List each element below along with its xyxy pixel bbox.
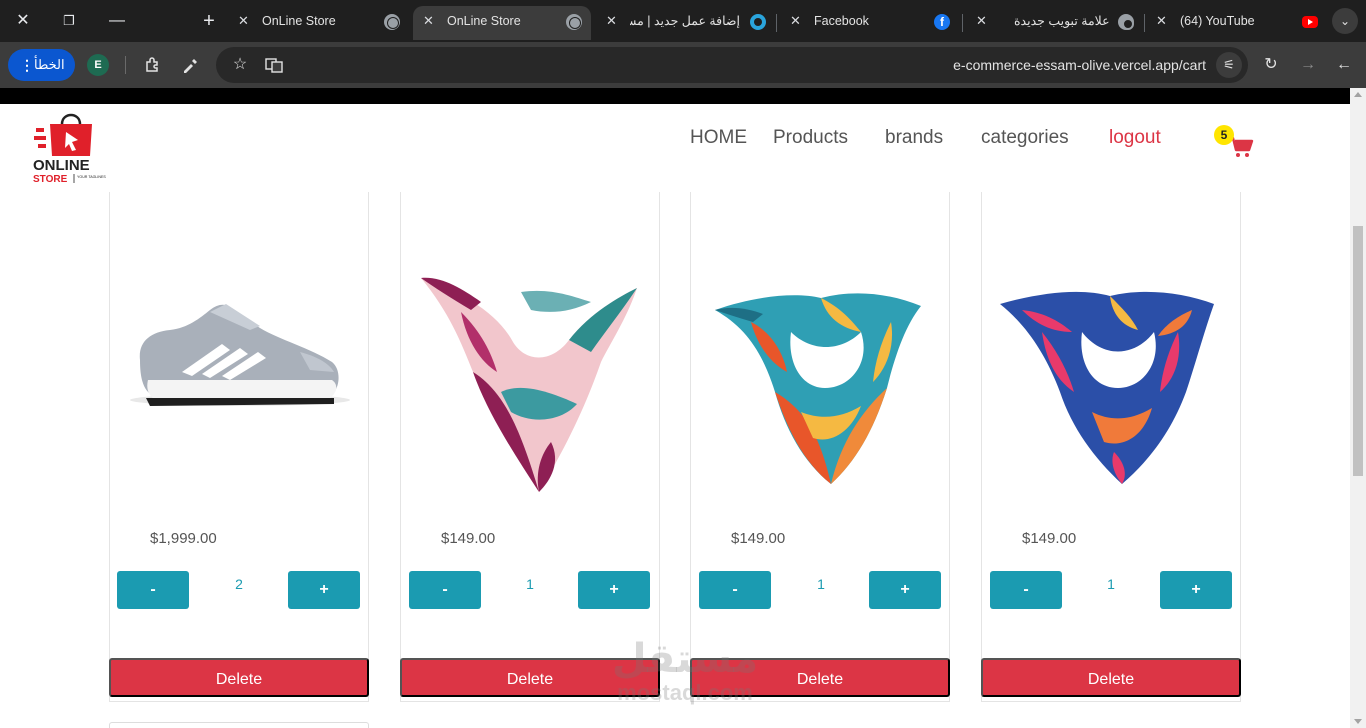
increase-quantity-button[interactable]: + — [1160, 571, 1232, 609]
quantity-value: 2 — [235, 576, 243, 592]
decrease-quantity-button[interactable]: - — [117, 571, 189, 609]
page-viewport: $1,999.00 - 2 + Delete $149.00 - 1 + Del… — [0, 88, 1366, 728]
increase-quantity-button[interactable]: + — [869, 571, 941, 609]
globe-icon — [566, 14, 582, 30]
tab-close-icon[interactable]: ✕ — [1156, 6, 1167, 36]
scrollbar-thumb[interactable] — [1353, 226, 1363, 476]
site-logo[interactable]: ONLINE STORE YOUR TAGLINES — [32, 110, 108, 186]
translate-icon[interactable] — [262, 53, 286, 77]
increase-quantity-button[interactable]: + — [288, 571, 360, 609]
increase-quantity-button[interactable]: + — [578, 571, 650, 609]
extensions-icon[interactable] — [141, 53, 165, 77]
profile-avatar[interactable]: E — [87, 54, 109, 76]
tab-close-icon[interactable]: ✕ — [976, 6, 987, 36]
scroll-up-arrow-icon[interactable] — [1354, 92, 1362, 97]
tab-search-chevron-icon[interactable]: ⌄ — [1332, 8, 1358, 34]
delete-button[interactable]: Delete — [109, 658, 369, 697]
tab-separator — [962, 14, 963, 32]
tab-title: Facebook — [814, 14, 869, 28]
browser-toolbar: ⋮ الخطأ E ☆ e-commerce-essam-olive.verce… — [0, 42, 1366, 88]
reload-icon[interactable]: ↻ — [1259, 53, 1283, 77]
cart-item: $149.00 - 1 + Delete — [690, 192, 950, 702]
error-button-label: الخطأ — [34, 57, 65, 72]
cart-count-badge: 5 — [1214, 125, 1234, 145]
logo-tagline: YOUR TAGLINES — [77, 175, 106, 179]
forward-arrow-icon[interactable]: → — [1296, 53, 1320, 77]
quantity-value: 1 — [817, 576, 825, 592]
decrease-quantity-button[interactable]: - — [409, 571, 481, 609]
tab-title: OnLine Store — [447, 14, 521, 28]
tab-separator — [1144, 14, 1145, 32]
decrease-quantity-button[interactable]: - — [990, 571, 1062, 609]
page-scrollbar[interactable] — [1350, 88, 1366, 728]
url-text: e-commerce-essam-olive.vercel.app/cart — [953, 57, 1206, 73]
site-settings-icon[interactable]: ⚟ — [1216, 52, 1242, 78]
cart-item: $149.00 - 1 + Delete — [400, 192, 660, 702]
eyedropper-icon[interactable] — [178, 53, 202, 77]
product-price: $149.00 — [1022, 530, 1077, 547]
tab-title: إضافة عمل جديد | مس — [630, 14, 740, 28]
quantity-value: 1 — [1107, 576, 1115, 592]
facebook-icon: f — [934, 14, 950, 30]
product-image-scarf-orange-teal — [715, 293, 921, 484]
site-navbar: ONLINE STORE YOUR TAGLINES HOME Products… — [0, 104, 1350, 192]
browser-tab-2-active[interactable]: ✕ OnLine Store — [413, 6, 591, 40]
scroll-down-arrow-icon[interactable] — [1354, 719, 1362, 724]
browser-tab-bar: ✕ ❐ — + ✕ OnLine Store ✕ OnLine Store ✕ … — [0, 0, 1366, 42]
browser-tab-1[interactable]: ✕ OnLine Store — [228, 6, 410, 40]
logo-text-store: STORE — [33, 174, 68, 185]
nav-categories-link[interactable]: categories — [981, 127, 1069, 149]
tab-title: (64) YouTube — [1180, 14, 1255, 28]
delete-button[interactable]: Delete — [690, 658, 950, 697]
browser-tab-6[interactable]: ✕ (64) YouTube — [1146, 6, 1322, 40]
error-button[interactable]: ⋮ الخطأ — [8, 49, 75, 81]
youtube-icon — [1302, 16, 1318, 28]
logo-text-online: ONLINE — [33, 157, 90, 174]
tab-close-icon[interactable]: ✕ — [238, 6, 249, 36]
tab-close-icon[interactable]: ✕ — [423, 6, 434, 36]
product-price: $1,999.00 — [150, 530, 217, 547]
logout-link[interactable]: logout — [1109, 127, 1161, 149]
quantity-value: 1 — [526, 576, 534, 592]
cart-items: $1,999.00 - 2 + Delete $149.00 - 1 + Del… — [0, 104, 1350, 728]
tab-title: علامة تبويب جديدة — [1014, 14, 1110, 28]
new-tab-button[interactable]: + — [196, 9, 222, 33]
nav-products-link[interactable]: Products — [773, 127, 848, 149]
next-card-edge — [109, 722, 369, 728]
restore-window-icon[interactable]: ❐ — [56, 9, 82, 33]
mostaql-icon — [750, 14, 766, 30]
back-arrow-icon[interactable]: ← — [1332, 53, 1356, 77]
globe-icon — [384, 14, 400, 30]
tab-title: OnLine Store — [262, 14, 336, 28]
product-price: $149.00 — [731, 530, 786, 547]
nav-home-link[interactable]: HOME — [690, 127, 747, 149]
minimize-window-icon[interactable]: — — [104, 9, 130, 33]
address-bar[interactable]: ☆ e-commerce-essam-olive.vercel.app/cart… — [216, 47, 1248, 83]
chrome-icon — [1118, 14, 1134, 30]
tab-close-icon[interactable]: ✕ — [606, 6, 617, 36]
decrease-quantity-button[interactable]: - — [699, 571, 771, 609]
product-image-sneaker — [130, 304, 350, 406]
nav-brands-link[interactable]: brands — [885, 127, 943, 149]
tab-separator — [776, 14, 777, 32]
cart-item: $149.00 - 1 + Delete — [981, 192, 1241, 702]
browser-tab-5[interactable]: ✕ علامة تبويب جديدة — [966, 6, 1145, 40]
top-band — [0, 88, 1350, 104]
product-image-scarf-blue-pink — [1000, 291, 1214, 484]
product-image-scarf-magenta — [421, 277, 637, 492]
toolbar-separator — [125, 56, 126, 74]
bookmark-star-icon[interactable]: ☆ — [228, 53, 252, 77]
product-price: $149.00 — [441, 530, 496, 547]
cart-item: $1,999.00 - 2 + Delete — [109, 192, 369, 702]
delete-button[interactable]: Delete — [981, 658, 1241, 697]
browser-tab-4[interactable]: ✕ Facebook f — [780, 6, 963, 40]
shopping-bag-logo-icon: ONLINE STORE YOUR TAGLINES — [33, 113, 106, 185]
tab-close-icon[interactable]: ✕ — [790, 6, 801, 36]
more-vert-icon: ⋮ — [20, 57, 34, 73]
close-window-icon[interactable]: ✕ — [10, 9, 36, 33]
browser-tab-3[interactable]: ✕ إضافة عمل جديد | مس — [596, 6, 777, 40]
delete-button[interactable]: Delete — [400, 658, 660, 697]
